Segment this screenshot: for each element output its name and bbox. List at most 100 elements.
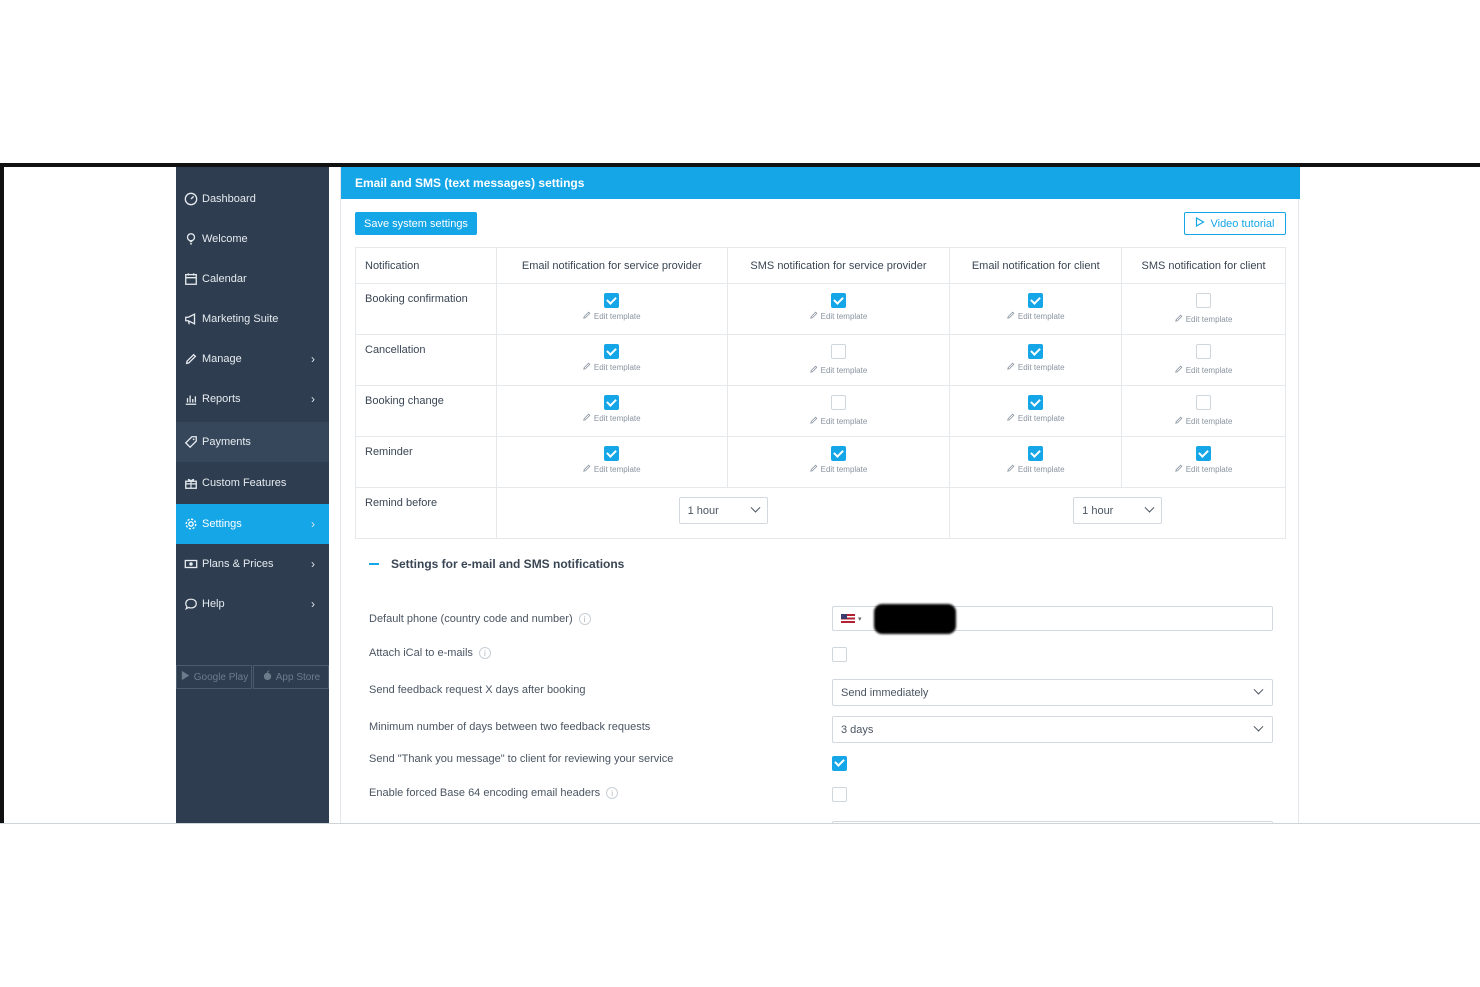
sidebar-item-manage[interactable]: Manage › — [176, 339, 329, 379]
sidebar-item-custom-features[interactable]: Custom Features — [176, 463, 329, 503]
app-store-button[interactable]: App Store — [253, 665, 329, 689]
lightbulb-icon — [176, 232, 202, 246]
google-play-button[interactable]: Google Play — [176, 665, 252, 689]
table-row: Reminder Edit template Edit template Edit t… — [355, 436, 1286, 488]
pencil-icon — [809, 365, 818, 375]
sidebar-item-calendar[interactable]: Calendar — [176, 259, 329, 299]
notification-checkbox[interactable] — [830, 395, 846, 410]
redacted-phone-number — [873, 603, 956, 634]
chevron-down-icon — [1253, 721, 1264, 732]
sidebar-item-payments[interactable]: Payments — [176, 422, 329, 462]
edit-template-link[interactable]: Edit template — [1122, 314, 1285, 324]
notification-checkbox[interactable] — [1196, 395, 1212, 410]
notification-cell: Edit template — [1121, 385, 1286, 437]
notification-table: Notification Email notification for serv… — [355, 247, 1286, 539]
base64-checkbox[interactable] — [832, 787, 847, 802]
edit-template-link[interactable]: Edit template — [728, 365, 950, 375]
notification-checkbox[interactable] — [604, 344, 620, 359]
sidebar-item-plans-prices[interactable]: Plans & Prices › — [176, 544, 329, 584]
sidebar-item-marketing-suite[interactable]: Marketing Suite — [176, 299, 329, 339]
notification-checkbox[interactable] — [1028, 293, 1044, 308]
sidebar-item-welcome[interactable]: Welcome — [176, 219, 329, 259]
edit-template-link[interactable]: Edit template — [497, 413, 727, 423]
edit-template-link[interactable]: Edit template — [950, 311, 1121, 321]
tag-icon — [176, 435, 202, 449]
row-label: Cancellation — [355, 334, 497, 386]
notification-cell: Edit template — [949, 385, 1123, 437]
calendar-icon — [176, 272, 202, 286]
ical-checkbox[interactable] — [832, 647, 847, 662]
sidebar-item-label: Reports — [202, 393, 241, 405]
notification-checkbox[interactable] — [830, 446, 846, 461]
pencil-icon — [1174, 314, 1183, 324]
sidebar-item-help[interactable]: Help › — [176, 584, 329, 624]
sidebar-item-dashboard[interactable]: Dashboard — [176, 179, 329, 219]
thank-you-checkbox[interactable] — [832, 755, 847, 771]
chat-bubble-icon — [176, 597, 202, 611]
sidebar-item-reports[interactable]: Reports › — [176, 379, 329, 419]
pencil-icon — [809, 464, 818, 474]
edit-template-link[interactable]: Edit template — [1122, 464, 1285, 474]
row-label: Remind before — [355, 487, 497, 539]
info-icon[interactable]: i — [478, 647, 491, 659]
info-icon[interactable]: i — [606, 787, 619, 799]
edit-template-link[interactable]: Edit template — [950, 362, 1121, 372]
table-header-row: Notification Email notification for serv… — [355, 247, 1286, 284]
sidebar-item-settings[interactable]: Settings › — [176, 504, 329, 544]
edit-template-link[interactable]: Edit template — [728, 416, 950, 426]
notification-checkbox[interactable] — [1028, 446, 1044, 461]
edit-template-link[interactable]: Edit template — [497, 464, 727, 474]
edit-template-link[interactable]: Edit template — [1122, 416, 1285, 426]
gear-icon — [176, 517, 202, 531]
table-row: Booking confirmation Edit template Edit te… — [355, 283, 1286, 335]
video-tutorial-button[interactable]: Video tutorial — [1184, 212, 1286, 235]
pencil-icon — [809, 311, 818, 321]
edit-template-link[interactable]: Edit template — [950, 464, 1121, 474]
notification-checkbox[interactable] — [1028, 344, 1044, 359]
pencil-icon — [1007, 311, 1015, 321]
ical-label: Attach iCal to e-mails i — [369, 647, 491, 659]
play-icon — [1195, 216, 1206, 230]
sidebar-item-label: Manage — [202, 353, 242, 365]
save-system-settings-button[interactable]: Save system settings — [355, 212, 477, 235]
sidebar-item-label: Marketing Suite — [202, 313, 279, 325]
min-days-select[interactable]: 3 days — [832, 716, 1273, 743]
section-toggle[interactable]: Settings for e-mail and SMS notification… — [369, 557, 624, 571]
section-title: Settings for e-mail and SMS notification… — [391, 557, 625, 571]
edit-template-link[interactable]: Edit template — [497, 362, 727, 372]
default-phone-input[interactable]: ▾ — [832, 603, 1273, 634]
money-icon — [176, 557, 202, 571]
provider-remind-before-select[interactable]: 1 hour — [678, 497, 768, 524]
pencil-icon — [583, 362, 591, 372]
chevron-down-icon — [1253, 684, 1264, 695]
edit-template-link[interactable]: Edit template — [1122, 365, 1285, 375]
chevron-down-icon — [750, 502, 761, 513]
edit-template-link[interactable]: Edit template — [728, 464, 950, 474]
notification-checkbox[interactable] — [1196, 293, 1212, 308]
notification-table-body: Booking confirmation Edit template Edit te… — [355, 283, 1286, 488]
notification-checkbox[interactable] — [604, 395, 620, 410]
notification-cell: Edit template — [726, 436, 951, 488]
edit-template-link[interactable]: Edit template — [497, 311, 727, 321]
notification-checkbox[interactable] — [830, 293, 846, 308]
notification-checkbox[interactable] — [604, 446, 620, 461]
notification-checkbox[interactable] — [1196, 344, 1212, 359]
notification-checkbox[interactable] — [830, 344, 846, 359]
notification-checkbox[interactable] — [1028, 395, 1044, 410]
notification-cell: Edit template — [726, 334, 951, 386]
us-flag-icon[interactable] — [841, 614, 855, 623]
notification-checkbox[interactable] — [1196, 446, 1212, 461]
notification-cell: Edit template — [495, 334, 728, 386]
edit-template-link[interactable]: Edit template — [950, 413, 1121, 423]
info-icon[interactable]: i — [578, 613, 591, 625]
client-remind-before-select[interactable]: 1 hour — [1073, 497, 1163, 524]
notification-checkbox[interactable] — [604, 293, 620, 308]
sidebar-item-label: Help — [202, 598, 225, 610]
notification-cell: Edit template — [495, 283, 728, 335]
sidebar-item-label: Payments — [202, 436, 251, 448]
pencil-icon — [583, 464, 591, 474]
edit-template-link[interactable]: Edit template — [728, 311, 950, 321]
notification-cell: Edit template — [1121, 283, 1286, 335]
feedback-select[interactable]: Send immediately — [832, 679, 1273, 706]
column-header: SMS notification for service provider — [726, 247, 951, 284]
